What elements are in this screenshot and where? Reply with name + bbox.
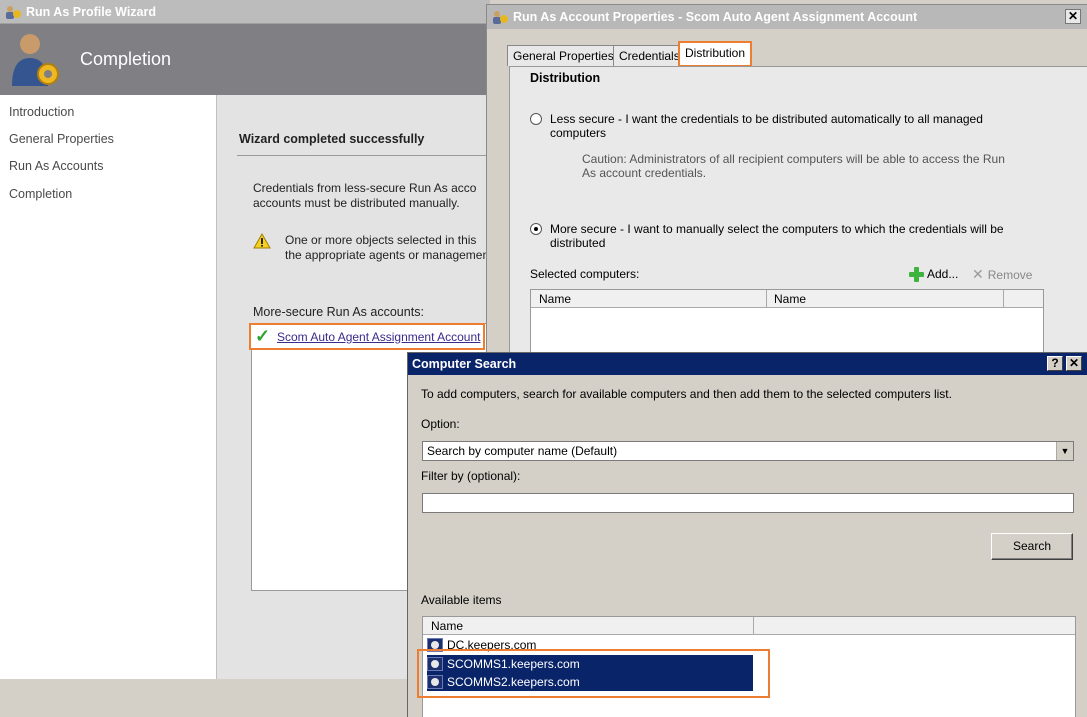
- column-divider[interactable]: [766, 290, 767, 308]
- nav-item-introduction[interactable]: Introduction: [9, 105, 74, 119]
- remove-icon: ✕: [972, 266, 984, 282]
- chevron-down-icon[interactable]: ▼: [1056, 442, 1073, 460]
- properties-title-bar: Run As Account Properties - Scom Auto Ag…: [487, 5, 1087, 29]
- filter-label: Filter by (optional):: [421, 469, 521, 483]
- plus-icon: [908, 266, 924, 282]
- computer-icon: [427, 675, 443, 689]
- caution-line: As account credentials.: [582, 166, 707, 180]
- item-name: DC.keepers.com: [447, 638, 537, 652]
- account-link[interactable]: Scom Auto Agent Assignment Account: [277, 330, 480, 344]
- grid-header: Name Name: [531, 290, 1043, 308]
- run-as-account-properties-dialog: Run As Account Properties - Scom Auto Ag…: [486, 4, 1087, 369]
- option-select[interactable]: Search by computer name (Default) ▼: [422, 441, 1074, 461]
- credentials-message-line: Credentials from less-secure Run As acco: [253, 181, 477, 195]
- user-gear-icon: [8, 30, 64, 88]
- column-divider[interactable]: [1003, 290, 1004, 308]
- add-label: Add...: [927, 267, 959, 281]
- tab-general-properties[interactable]: General Properties: [507, 45, 620, 66]
- divider: [237, 155, 497, 156]
- option-select-value: Search by computer name (Default): [427, 444, 618, 458]
- more-secure-line: distributed: [550, 236, 606, 250]
- wizard-title-bar: Run As Profile Wizard: [0, 0, 490, 24]
- search-instructions: To add computers, search for available c…: [421, 387, 952, 401]
- help-icon[interactable]: ?: [1047, 356, 1063, 371]
- nav-item-general-properties[interactable]: General Properties: [9, 132, 114, 146]
- completion-heading: Wizard completed successfully: [239, 132, 425, 146]
- check-icon: ✓: [255, 326, 271, 346]
- less-secure-label: Less secure - I want the credentials to …: [550, 112, 1030, 140]
- item-name: SCOMMS1.keepers.com: [447, 657, 580, 671]
- computer-search-dialog: Computer Search ? ✕ To add computers, se…: [407, 352, 1087, 717]
- properties-app-icon: [491, 9, 509, 25]
- properties-title: Run As Account Properties - Scom Auto Ag…: [513, 10, 918, 24]
- caution-line: Caution: Administrators of all recipient…: [582, 152, 1005, 166]
- wizard-header: Completion: [0, 24, 490, 95]
- more-secure-radio[interactable]: [530, 223, 542, 235]
- column-divider[interactable]: [753, 617, 754, 635]
- remove-button[interactable]: ✕ Remove: [972, 266, 1032, 283]
- selected-computers-label: Selected computers:: [530, 267, 640, 281]
- wizard-title: Run As Profile Wizard: [26, 4, 156, 19]
- warning-line: One or more objects selected in this: [285, 233, 477, 247]
- filter-input[interactable]: [422, 493, 1074, 513]
- option-label: Option:: [421, 417, 460, 431]
- credentials-message: Credentials from less-secure Run As acco…: [253, 181, 503, 211]
- warning-line: the appropriate agents or managemen: [285, 248, 490, 262]
- warning-icon: [253, 232, 271, 249]
- tab-distribution[interactable]: Distribution: [678, 41, 753, 67]
- caution-text: Caution: Administrators of all recipient…: [582, 152, 1042, 180]
- computer-icon: [427, 657, 443, 671]
- less-secure-line: computers: [550, 126, 607, 140]
- nav-item-completion[interactable]: Completion: [9, 187, 72, 201]
- account-list-item[interactable]: ✓ Scom Auto Agent Assignment Account: [249, 323, 485, 350]
- less-secure-radio[interactable]: [530, 113, 542, 125]
- more-secure-label: More secure - I want to manually select …: [550, 222, 1030, 250]
- warning-text: One or more objects selected in this the…: [285, 233, 489, 263]
- close-icon[interactable]: ✕: [1065, 9, 1081, 24]
- add-button[interactable]: Add...: [908, 266, 958, 282]
- available-items-grid[interactable]: Name DC.keepers.com SCOMMS1.keepers.com …: [422, 616, 1076, 717]
- available-items-label: Available items: [421, 593, 502, 607]
- page-title: Completion: [80, 49, 172, 69]
- item-name: SCOMMS2.keepers.com: [447, 675, 580, 689]
- list-item-selected[interactable]: SCOMMS2.keepers.com: [427, 673, 753, 691]
- nav-item-run-as-accounts[interactable]: Run As Accounts: [9, 159, 104, 173]
- credentials-message-line: accounts must be distributed manually.: [253, 196, 460, 210]
- close-icon[interactable]: ✕: [1066, 356, 1082, 371]
- less-secure-line: Less secure - I want the credentials to …: [550, 112, 983, 126]
- search-button[interactable]: Search: [991, 533, 1073, 560]
- section-title: Distribution: [530, 71, 601, 85]
- list-item-selected[interactable]: SCOMMS1.keepers.com: [427, 655, 753, 673]
- distribution-panel: Distribution Less secure - I want the cr…: [509, 66, 1087, 369]
- secure-accounts-label: More-secure Run As accounts:: [253, 305, 424, 319]
- remove-label: Remove: [987, 267, 1033, 282]
- column-header-name[interactable]: Name: [774, 292, 806, 306]
- computer-icon: [427, 638, 443, 652]
- computer-search-title: Computer Search: [412, 357, 517, 371]
- grid-header: Name: [423, 617, 1075, 635]
- more-secure-line: More secure - I want to manually select …: [550, 222, 1004, 236]
- computer-search-title-bar: Computer Search: [408, 353, 1087, 375]
- column-header-name[interactable]: Name: [431, 619, 463, 633]
- tab-credentials[interactable]: Credentials: [613, 45, 686, 66]
- column-header-name[interactable]: Name: [539, 292, 571, 306]
- wizard-nav: Introduction General Properties Run As A…: [0, 95, 217, 679]
- wizard-app-icon: [4, 4, 22, 20]
- list-item[interactable]: DC.keepers.com: [427, 636, 536, 654]
